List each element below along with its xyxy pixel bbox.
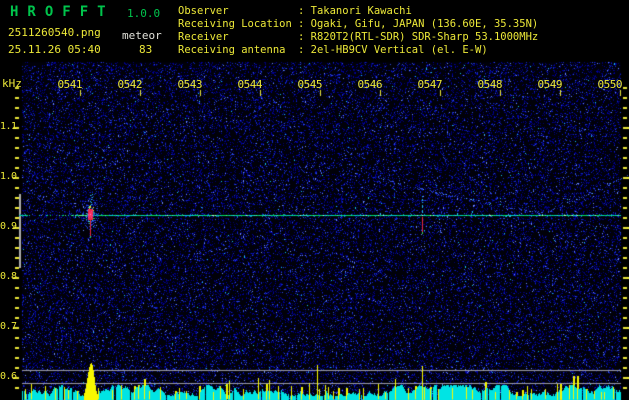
- info-label: Observer: [178, 5, 229, 17]
- app-version: 1.0.0: [127, 7, 161, 20]
- time-tick-label: 0542: [117, 78, 143, 91]
- time-tick-label: 0544: [237, 78, 263, 91]
- time-tick-label: 0546: [357, 78, 383, 91]
- station-info-row: Receiver : R820T2(RTL-SDR) SDR-Sharp 53.1…: [178, 31, 628, 44]
- hrofft-output-screen: HROFFT 1.0.0 2511260540.png meteor 25.11…: [0, 0, 629, 400]
- info-value: : Ogaki, Gifu, JAPAN (136.60E, 35.35N): [298, 18, 539, 30]
- station-info-row: Observer : Takanori Kawachi: [178, 5, 628, 18]
- info-label: Receiving Location: [178, 18, 292, 30]
- station-info-row: Receiving Location : Ogaki, Gifu, JAPAN (…: [178, 18, 628, 31]
- info-label: Receiver: [178, 31, 229, 43]
- output-filename: 2511260540.png: [8, 26, 101, 39]
- info-value: : R820T2(RTL-SDR) SDR-Sharp 53.1000MHz: [298, 31, 539, 43]
- freq-tick-label: 0.9: [0, 221, 17, 232]
- station-info-row: Receiving antenna : 2el-HB9CV Vertical (e…: [178, 44, 628, 57]
- time-tick-label: 0547: [417, 78, 443, 91]
- y-axis-unit-label: kHz: [2, 77, 22, 90]
- info-value: : 2el-HB9CV Vertical (el. E-W): [298, 44, 488, 56]
- station-info-block: Observer: Takanori Kawachi Receiving Loca…: [178, 5, 628, 57]
- time-tick-label: 0541: [57, 78, 83, 91]
- info-label: Receiving antenna: [178, 44, 286, 56]
- freq-tick-label: 0.8: [0, 271, 17, 282]
- info-value: : Takanori Kawachi: [298, 5, 412, 17]
- app-title: HROFFT: [10, 4, 115, 20]
- freq-tick-label: 1.0: [0, 171, 17, 182]
- time-tick-label: 0548: [477, 78, 503, 91]
- time-tick-label: 0545: [297, 78, 323, 91]
- freq-tick-label: 0.6: [0, 371, 17, 382]
- time-tick-label: 0550: [597, 78, 623, 91]
- time-tick-label: 0549: [537, 78, 563, 91]
- freq-tick-label: 0.7: [0, 321, 17, 332]
- hourly-echo-count: 83: [139, 43, 153, 56]
- spectrogram-canvas: [0, 60, 629, 400]
- mode-label: meteor: [122, 29, 162, 42]
- time-tick-label: 0543: [177, 78, 203, 91]
- freq-tick-label: 1.1: [0, 121, 17, 132]
- observation-timestamp: 25.11.26 05:40: [8, 43, 101, 56]
